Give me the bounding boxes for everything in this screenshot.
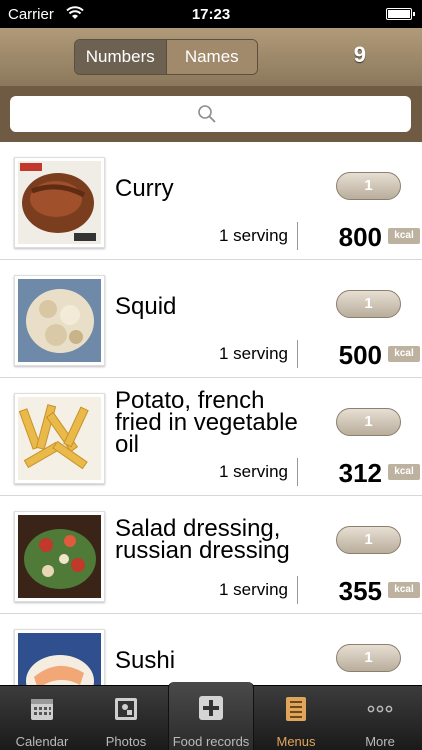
segment-numbers[interactable]: Numbers: [75, 40, 167, 74]
menu-list: Curry 1 1 serving 800 kcal Squid 1 1 ser…: [0, 142, 422, 685]
food-name: Squid: [115, 293, 177, 320]
kcal-badge: kcal: [388, 464, 420, 480]
list-item[interactable]: Potato, french fried in vegetable oil 1 …: [0, 378, 422, 496]
divider: [297, 222, 298, 250]
calendar-icon: [31, 699, 53, 720]
quantity-button[interactable]: 1: [336, 408, 401, 436]
food-name: Potato, french fried in vegetable oil: [115, 387, 298, 458]
food-photo: [14, 157, 105, 248]
header: Numbers Names 9: [0, 28, 422, 86]
menus-icon: [286, 697, 306, 721]
list-item[interactable]: Salad dressing, russian dressing 1 1 ser…: [0, 496, 422, 614]
food-photo: [14, 393, 105, 484]
divider: [297, 576, 298, 604]
status-bar: Carrier 17:23: [0, 0, 422, 28]
tab-label: Food records: [172, 734, 250, 749]
search-input[interactable]: [10, 96, 411, 132]
tab-more[interactable]: More: [338, 686, 422, 750]
serving-label: 1 serving: [219, 226, 288, 245]
search-icon: [198, 105, 216, 123]
serving-label: 1 serving: [219, 462, 288, 481]
calorie-value: 800: [338, 222, 382, 252]
battery-icon: [386, 8, 415, 20]
divider: [297, 340, 298, 368]
quantity-button[interactable]: 1: [336, 644, 401, 672]
list-item[interactable]: Squid 1 1 serving 500 kcal: [0, 260, 422, 378]
serving-label: 1 serving: [219, 344, 288, 363]
tab-label: Calendar: [15, 734, 69, 749]
tab-photos[interactable]: Photos: [84, 686, 168, 750]
quantity-button[interactable]: 1: [336, 290, 401, 318]
food-photo: [14, 511, 105, 602]
serving-label: 1 serving: [219, 580, 288, 599]
calorie-value: 355: [338, 576, 382, 606]
kcal-badge: kcal: [388, 228, 420, 244]
calorie-value: 500: [338, 340, 382, 370]
tab-bar: Calendar Photos Food records Menus More: [0, 682, 422, 750]
clock: 17:23: [191, 6, 231, 23]
tab-calendar[interactable]: Calendar: [0, 686, 84, 750]
food-photo: [14, 275, 105, 366]
tab-label: Menus: [276, 734, 316, 749]
search-area: [0, 86, 422, 142]
list-item[interactable]: Sushi 1: [0, 614, 422, 685]
divider: [297, 458, 298, 486]
tab-label: More: [365, 734, 395, 749]
quantity-button[interactable]: 1: [336, 172, 401, 200]
kcal-badge: kcal: [388, 582, 420, 598]
more-icon: [367, 705, 393, 713]
food-photo: [14, 629, 105, 685]
list-item[interactable]: Curry 1 1 serving 800 kcal: [0, 142, 422, 260]
add-record-icon: [199, 696, 223, 720]
tab-food-records[interactable]: Food records: [168, 682, 254, 750]
segment-names[interactable]: Names: [166, 40, 257, 74]
item-count: 9: [353, 42, 366, 67]
food-name: Sushi: [115, 647, 176, 674]
food-name: Salad dressing, russian dressing: [115, 515, 290, 564]
quantity-button[interactable]: 1: [336, 526, 401, 554]
photos-icon: [115, 698, 137, 720]
tab-menus[interactable]: Menus: [254, 686, 338, 750]
tab-label: Photos: [105, 734, 147, 749]
view-segmented-control[interactable]: Numbers Names: [74, 39, 258, 75]
calorie-value: 312: [338, 458, 382, 488]
food-name: Curry: [115, 175, 174, 202]
kcal-badge: kcal: [388, 346, 420, 362]
